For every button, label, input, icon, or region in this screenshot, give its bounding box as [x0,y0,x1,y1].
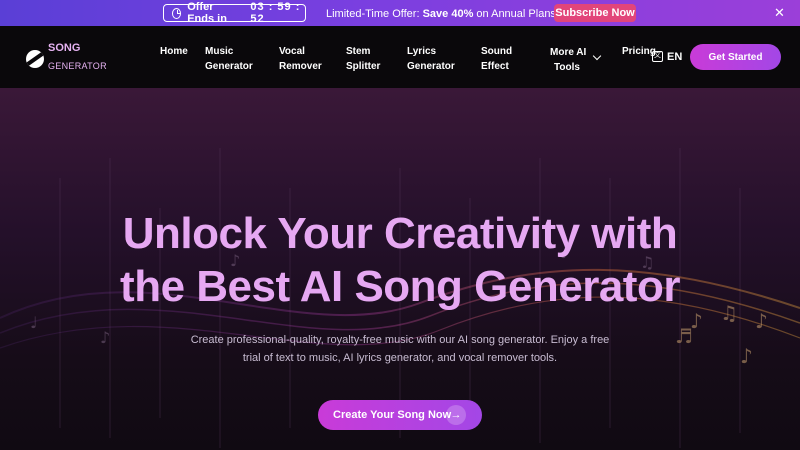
promo-banner: Offer Ends in 03 : 59 : 52 Limited-Time … [0,0,800,26]
arrow-right-icon: → [446,405,466,425]
nav-label-line2: Effect [481,61,509,72]
promo-discount: Save 40% [422,8,474,20]
nav-home[interactable]: Home [160,44,188,59]
clock-icon [172,7,182,19]
nav-pricing-label: Pricing [622,46,656,57]
nav-label-line1: Music [205,46,234,57]
svg-text:♩: ♩ [30,313,38,332]
nav-label-line2: Tools [554,62,580,73]
translate-icon[interactable] [652,51,663,62]
countdown: 03 : 59 : 52 [250,1,301,25]
logo-title[interactable]: SONG [48,42,80,54]
close-icon[interactable]: ✕ [774,6,785,20]
nav-pricing[interactable]: Pricing [622,44,656,59]
nav-vocal-remover[interactable]: Vocal Remover [279,44,322,74]
nav-more-ai-tools[interactable]: More AI Tools [550,45,587,75]
offer-timer: Offer Ends in 03 : 59 : 52 [163,1,306,25]
nav-home-label: Home [160,46,188,57]
nav-label-line1: More AI [550,47,587,58]
language-selector[interactable]: EN [667,51,682,63]
nav-label-line1: Sound [481,46,513,57]
nav-lyrics-generator[interactable]: Lyrics Generator [407,44,455,74]
subscribe-button[interactable]: Subscribe Now [554,4,636,22]
nav-label-line1: Lyrics [407,46,437,57]
timer-label: Offer Ends in [187,1,227,25]
promo-text: Limited-Time Offer: Save 40% on Annual P… [326,7,573,20]
hero-headline-line1: Unlock Your Creativity with [122,209,678,258]
nav-label-line2: Splitter [346,61,381,72]
promo-text-prefix: Limited-Time Offer: [326,8,420,20]
nav-label-line1: Stem [346,46,371,57]
hero-subtext-line1: Create professional-quality, royalty-fre… [190,334,610,346]
create-song-button[interactable]: Create Your Song Now → [318,400,482,430]
hero-headline-line2: the Best AI Song Generator [120,262,680,311]
nav-label-line2: Remover [279,61,322,72]
logo-subtitle[interactable]: GENERATOR [48,61,107,71]
hero-section: ♪ ♫ ♪ ♬ ♪ ♪ ♩ ♪ ♫ ♪ Unlock Your Creativity wit… [0,88,800,450]
logo-icon[interactable] [26,50,44,68]
hero-subtext-line2: trial of text to music, AI lyrics genera… [242,352,558,364]
nav-stem-splitter[interactable]: Stem Splitter [346,44,380,74]
nav-sound-effect[interactable]: Sound Effect [481,44,512,74]
nav-music-generator[interactable]: Music Generator [205,44,253,74]
nav-label-line2: Generator [205,61,253,72]
create-song-label: Create Your Song Now [333,409,452,421]
nav-label-line2: Generator [407,61,455,72]
get-started-button[interactable]: Get Started [690,44,781,70]
nav-label-line1: Vocal [279,46,305,57]
